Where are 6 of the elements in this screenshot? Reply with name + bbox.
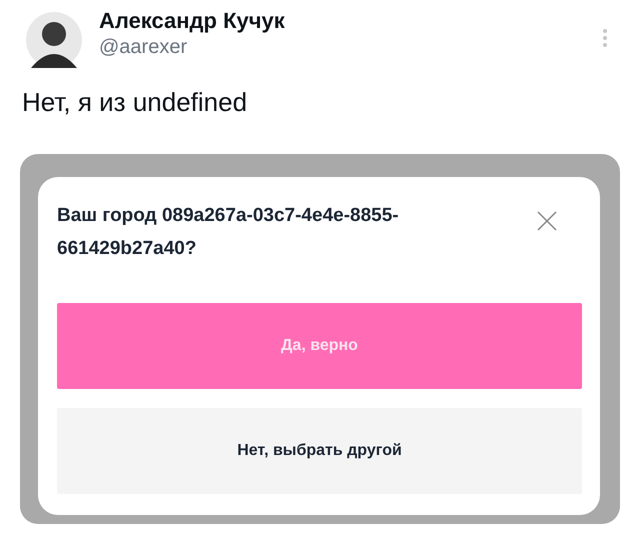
dialog-title: Ваш город 089a267a-03c7-4e4e-8855-661429b27a40? — [57, 204, 400, 262]
tweet-text: Нет, я из undefined — [21, 86, 248, 119]
choose-other-button[interactable]: Нет, выбрать другой — [57, 408, 582, 494]
close-icon[interactable] — [537, 210, 557, 231]
author-handle[interactable]: @aarexer — [99, 34, 602, 60]
author-name[interactable]: Александр Кучук — [99, 8, 602, 34]
